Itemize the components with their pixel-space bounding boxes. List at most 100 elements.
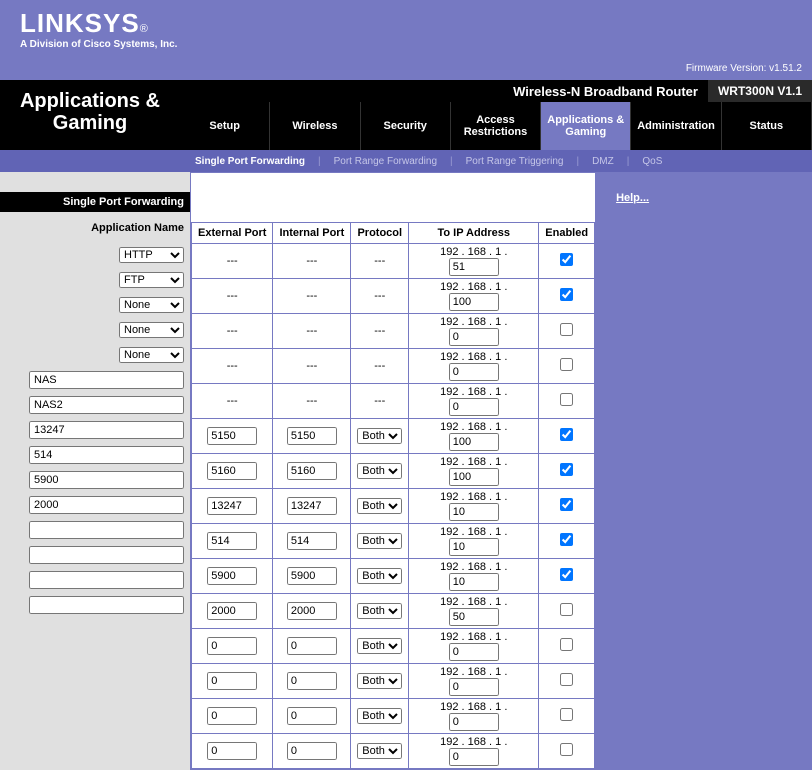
ip-last-octet[interactable] (449, 573, 499, 591)
preset-app-select[interactable]: HTTPFTPNone (119, 322, 184, 338)
external-port-input[interactable] (207, 462, 257, 480)
tab-administration[interactable]: Administration (631, 102, 721, 150)
internal-port-input[interactable] (287, 707, 337, 725)
model-bar: Wireless-N Broadband Router WRT300N V1.1 (503, 80, 812, 102)
right-column: Help... (596, 172, 812, 770)
external-port-input[interactable] (207, 497, 257, 515)
ip-last-octet[interactable] (449, 503, 499, 521)
external-port-input[interactable] (207, 742, 257, 760)
external-port-input[interactable] (207, 707, 257, 725)
enabled-checkbox[interactable] (560, 673, 573, 686)
enabled-checkbox[interactable] (560, 568, 573, 581)
ip-last-octet[interactable] (449, 748, 499, 766)
enabled-checkbox[interactable] (560, 743, 573, 756)
enabled-checkbox[interactable] (560, 463, 573, 476)
subnav-qos[interactable]: QoS (632, 156, 672, 167)
external-port-input[interactable] (207, 672, 257, 690)
tab-setup[interactable]: Setup (180, 102, 270, 150)
ip-last-octet[interactable] (449, 468, 499, 486)
app-name-input[interactable] (29, 571, 184, 589)
enabled-checkbox[interactable] (560, 498, 573, 511)
app-name-input[interactable] (29, 446, 184, 464)
app-name-input[interactable] (29, 371, 184, 389)
tab-status[interactable]: Status (722, 102, 812, 150)
app-name-input[interactable] (29, 546, 184, 564)
external-port-input[interactable] (207, 532, 257, 550)
protocol-select[interactable]: Both (357, 463, 402, 479)
dash-cell: --- (351, 244, 409, 279)
ip-last-octet[interactable] (449, 608, 499, 626)
ip-last-octet[interactable] (449, 293, 499, 311)
subnav-single-port-forwarding[interactable]: Single Port Forwarding (185, 156, 315, 167)
external-port-input[interactable] (207, 602, 257, 620)
ip-prefix: 192 . 168 . 1 . (440, 666, 507, 678)
table-row: Both192 . 168 . 1 . (192, 454, 595, 489)
ip-last-octet[interactable] (449, 713, 499, 731)
subnav-port-range-triggering[interactable]: Port Range Triggering (456, 156, 574, 167)
internal-port-input[interactable] (287, 672, 337, 690)
ip-last-octet[interactable] (449, 398, 499, 416)
app-name-input[interactable] (29, 596, 184, 614)
app-name-input[interactable] (29, 396, 184, 414)
col-protocol: Protocol (351, 223, 409, 244)
internal-port-input[interactable] (287, 742, 337, 760)
ip-prefix: 192 . 168 . 1 . (440, 246, 507, 258)
tab-security[interactable]: Security (361, 102, 451, 150)
app-name-input[interactable] (29, 471, 184, 489)
app-name-input[interactable] (29, 496, 184, 514)
tab-access-restrictions[interactable]: AccessRestrictions (451, 102, 541, 150)
protocol-select[interactable]: Both (357, 638, 402, 654)
app-name-input[interactable] (29, 521, 184, 539)
enabled-checkbox[interactable] (560, 358, 573, 371)
enabled-checkbox[interactable] (560, 533, 573, 546)
protocol-select[interactable]: Both (357, 428, 402, 444)
enabled-checkbox[interactable] (560, 288, 573, 301)
external-port-input[interactable] (207, 637, 257, 655)
ip-last-octet[interactable] (449, 328, 499, 346)
internal-port-input[interactable] (287, 567, 337, 585)
internal-port-input[interactable] (287, 637, 337, 655)
help-link[interactable]: Help... (616, 192, 649, 204)
tab-wireless[interactable]: Wireless (270, 102, 360, 150)
ip-last-octet[interactable] (449, 678, 499, 696)
internal-port-input[interactable] (287, 497, 337, 515)
dash-cell: --- (351, 314, 409, 349)
enabled-checkbox[interactable] (560, 393, 573, 406)
tab-applications-gaming[interactable]: Applications &Gaming (541, 102, 631, 150)
protocol-select[interactable]: Both (357, 743, 402, 759)
protocol-select[interactable]: Both (357, 603, 402, 619)
subnav-port-range-forwarding[interactable]: Port Range Forwarding (324, 156, 447, 167)
enabled-checkbox[interactable] (560, 323, 573, 336)
ip-last-octet[interactable] (449, 538, 499, 556)
enabled-checkbox[interactable] (560, 638, 573, 651)
internal-port-input[interactable] (287, 532, 337, 550)
ip-last-octet[interactable] (449, 258, 499, 276)
preset-app-select[interactable]: HTTPFTPNone (119, 347, 184, 363)
external-port-input[interactable] (207, 567, 257, 585)
left-header: Single Port Forwarding (0, 192, 190, 212)
enabled-checkbox[interactable] (560, 253, 573, 266)
internal-port-input[interactable] (287, 427, 337, 445)
preset-app-select[interactable]: HTTPFTPNone (119, 272, 184, 288)
protocol-select[interactable]: Both (357, 708, 402, 724)
internal-port-input[interactable] (287, 462, 337, 480)
enabled-checkbox[interactable] (560, 428, 573, 441)
protocol-select[interactable]: Both (357, 498, 402, 514)
external-port-input[interactable] (207, 427, 257, 445)
enabled-checkbox[interactable] (560, 603, 573, 616)
ip-last-octet[interactable] (449, 643, 499, 661)
nav-bar: Wireless-N Broadband Router WRT300N V1.1… (0, 80, 812, 150)
ip-last-octet[interactable] (449, 363, 499, 381)
app-name-input[interactable] (29, 421, 184, 439)
protocol-select[interactable]: Both (357, 673, 402, 689)
preset-app-select[interactable]: HTTPFTPNone (119, 297, 184, 313)
ip-last-octet[interactable] (449, 433, 499, 451)
enabled-checkbox[interactable] (560, 708, 573, 721)
internal-port-input[interactable] (287, 602, 337, 620)
custom-app-row (0, 442, 190, 467)
subnav-dmz[interactable]: DMZ (582, 156, 624, 167)
preset-app-select[interactable]: HTTPFTPNone (119, 247, 184, 263)
ip-prefix: 192 . 168 . 1 . (440, 386, 507, 398)
protocol-select[interactable]: Both (357, 533, 402, 549)
protocol-select[interactable]: Both (357, 568, 402, 584)
